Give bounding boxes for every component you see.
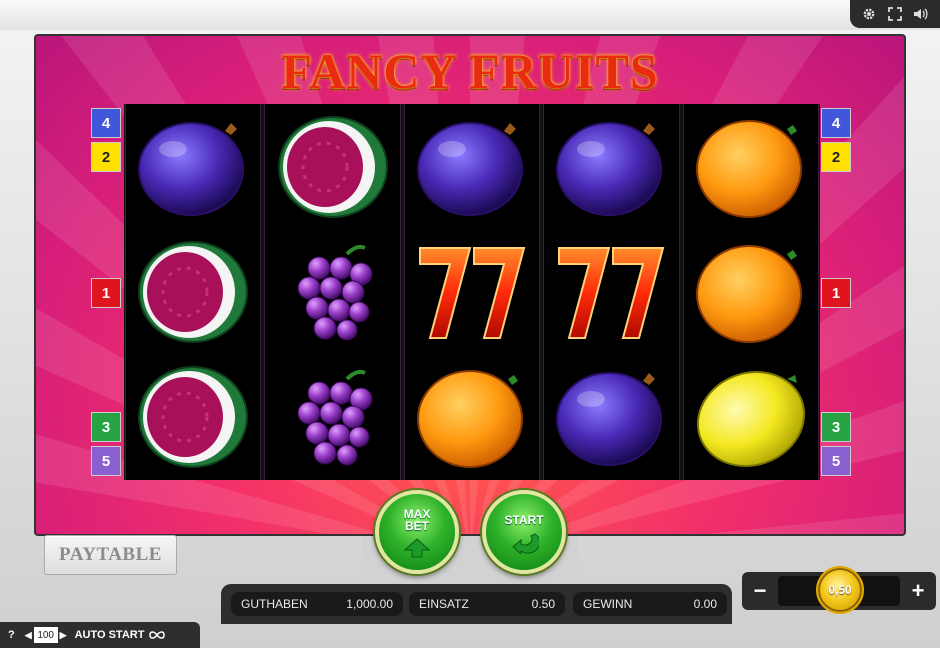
bet-coin[interactable]: 0,50 [816,566,864,614]
line-marker-right: 4 [821,108,851,138]
orange-icon [695,119,802,218]
line-marker-left: 5 [91,446,121,476]
gear-icon[interactable] [861,6,877,22]
game-logo: FANCY FRUITS [281,43,659,99]
plum-icon [556,372,663,467]
spin-arrow-icon [512,533,539,554]
autoplay-label[interactable]: AUTO START [75,629,145,641]
win-field: GEWINN 0.00 [573,592,727,616]
orange-symbol [405,355,539,480]
orange-icon [417,370,524,469]
grapes-icon [297,370,373,466]
plum-icon [417,121,524,216]
help-button[interactable]: ? [8,629,15,641]
grapes-symbol [265,355,399,480]
plum-symbol [405,104,539,229]
arrow-up-icon [403,538,431,558]
line-marker-left: 3 [91,412,121,442]
line-marker-left: 4 [91,108,121,138]
lemon-icon [696,371,805,468]
decrease-bet-button[interactable]: − [745,576,775,606]
stake-field: EINSATZ 0.50 [409,592,565,616]
seven-symbol [405,229,539,354]
plum-symbol [544,355,678,480]
line-marker-right: 2 [821,142,851,172]
grapes-icon [297,244,373,341]
win-value: 0.00 [693,597,717,611]
line-marker-right: 1 [821,278,851,308]
window-controls [850,0,940,28]
increase-bet-button[interactable]: + [903,576,933,606]
stake-label: EINSATZ [419,597,469,611]
speaker-icon[interactable] [913,6,929,22]
watermelon-symbol [265,104,399,229]
status-panel: GUTHABEN 1,000.00 EINSATZ 0.50 GEWINN 0.… [221,584,732,624]
watermelon-icon [138,366,249,469]
arrow-left-icon[interactable]: ◀ [25,630,32,641]
win-label: GEWINN [583,597,633,611]
watermelon-icon [277,115,388,218]
line-marker-right: 5 [821,446,851,476]
balance-field: GUTHABEN 1,000.00 [231,592,403,616]
grapes-symbol [265,229,399,354]
reel-1 [125,104,262,480]
plum-symbol [544,104,678,229]
line-marker-left: 2 [91,142,121,172]
start-button[interactable]: START [482,490,566,574]
balance-value: 1,000.00 [346,597,393,611]
orange-symbol [684,229,818,354]
autoplay-bar: ? ◀ 100 ▶ AUTO START [0,622,200,648]
paytable-button[interactable]: PAYTABLE [44,535,177,575]
max-bet-button[interactable]: MAX BET [375,490,459,574]
orange-icon [695,244,802,343]
reel-2 [264,104,401,480]
watermelon-icon [138,240,249,343]
fullscreen-icon[interactable] [887,6,903,22]
line-marker-left: 1 [91,278,121,308]
reels-area [124,104,820,480]
slot-machine-frame: FANCY FRUITS 4 2 1 3 5 4 2 1 3 5 [34,34,906,536]
orange-symbol [684,104,818,229]
watermelon-symbol [126,355,260,480]
plum-symbol [126,104,260,229]
plum-icon [138,121,245,216]
plum-icon [556,121,663,216]
line-marker-right: 3 [821,412,851,442]
seven-symbol [544,229,678,354]
top-bar [0,0,940,30]
reel-3 [403,104,541,480]
stake-value: 0.50 [531,597,555,611]
seven-icon [558,246,665,339]
reel-5 [682,104,820,480]
start-label: START [504,513,544,527]
balance-label: GUTHABEN [241,597,308,611]
lemon-symbol [684,355,818,480]
infinity-icon[interactable] [148,630,166,640]
seven-icon [419,246,526,339]
autoplay-count[interactable]: 100 [33,627,58,643]
arrow-right-icon[interactable]: ▶ [60,630,67,641]
reel-4 [543,104,680,480]
watermelon-symbol [126,229,260,354]
